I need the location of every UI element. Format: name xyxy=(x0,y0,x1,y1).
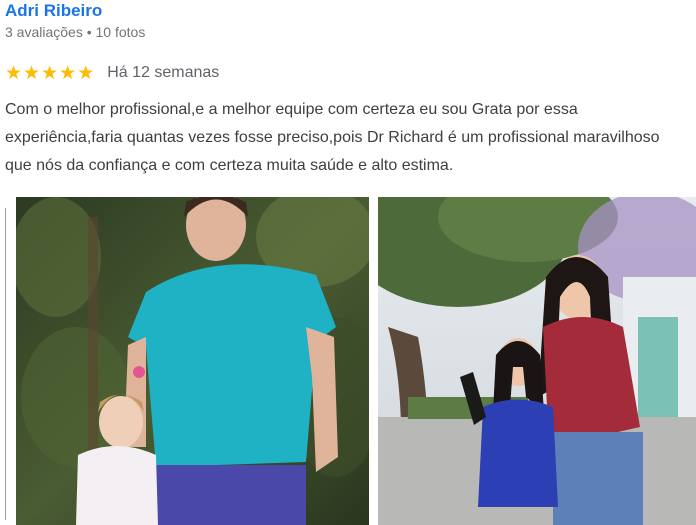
review-photo-before[interactable] xyxy=(16,197,369,525)
star-icon: ★ xyxy=(41,62,59,84)
star-icon: ★ xyxy=(59,62,77,84)
photo-after-image xyxy=(378,197,696,525)
review-text: Com o melhor profissional,e a melhor equ… xyxy=(5,101,660,174)
review-date: Há 12 semanas xyxy=(107,64,220,81)
star-rating: ★ ★ ★ ★ ★ xyxy=(5,64,95,83)
photo-before-image xyxy=(16,197,369,525)
star-icon: ★ xyxy=(23,62,41,84)
reviewer-name[interactable]: Adri Ribeiro xyxy=(5,1,102,21)
rating-row: ★ ★ ★ ★ ★ Há 12 semanas xyxy=(5,62,219,84)
review-photo-after[interactable] xyxy=(378,197,696,525)
photo-strip-edge xyxy=(5,208,6,520)
star-icon: ★ xyxy=(5,62,23,84)
reviewer-meta: 3 avaliações • 10 fotos xyxy=(5,24,146,40)
star-icon: ★ xyxy=(77,62,95,84)
